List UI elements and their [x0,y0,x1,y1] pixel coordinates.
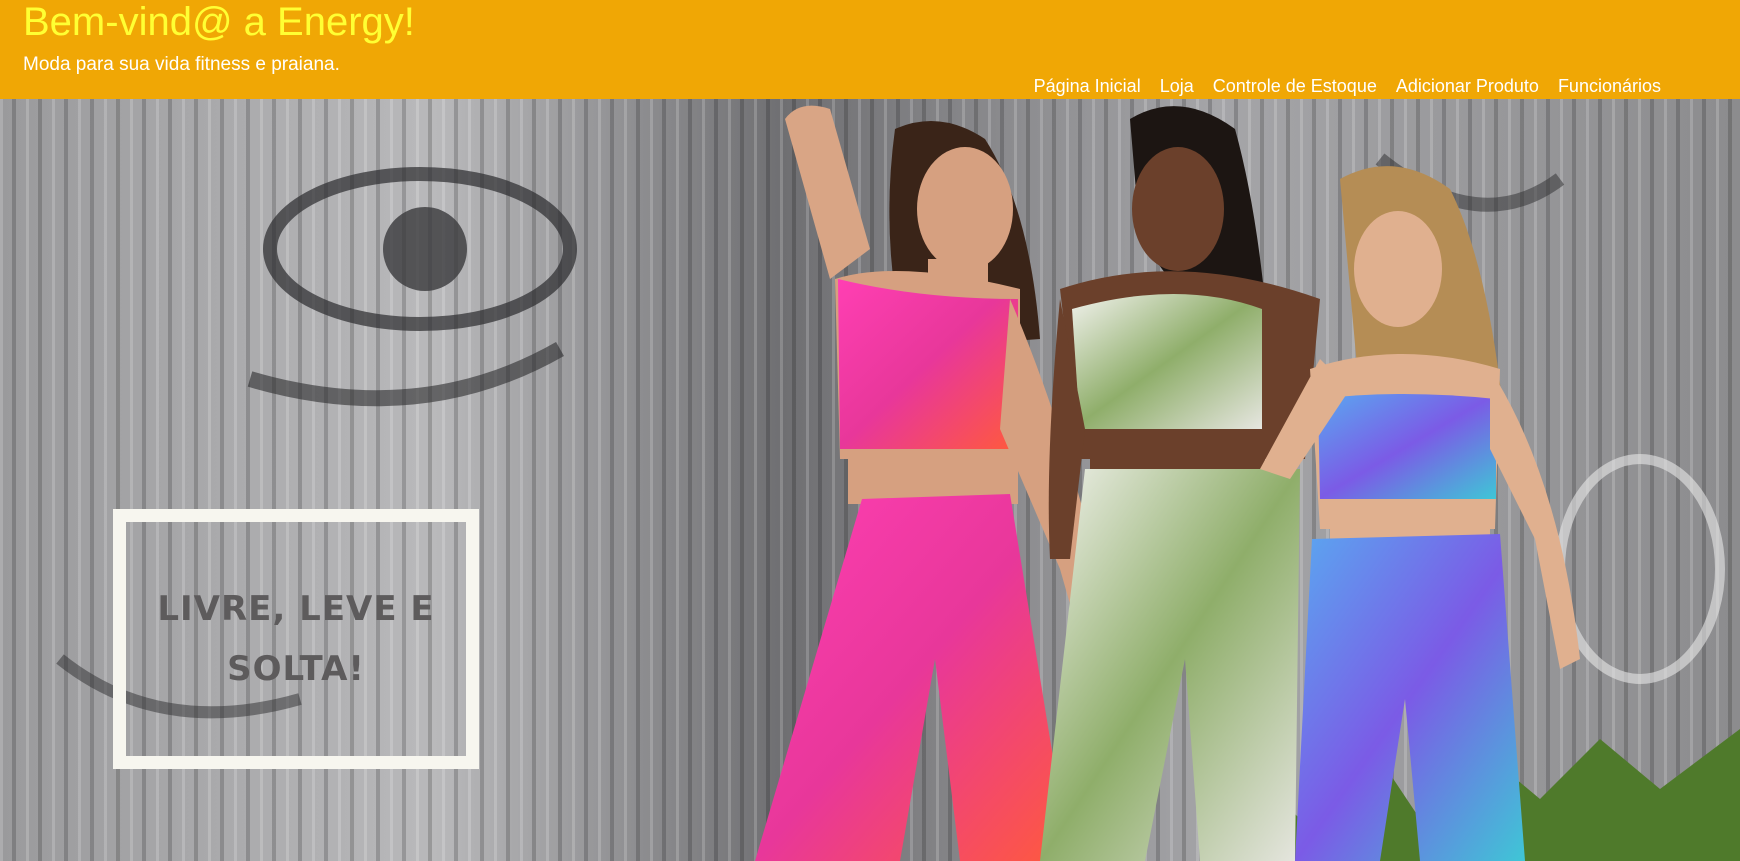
nav-link-add-product[interactable]: Adicionar Produto [1396,75,1539,97]
nav-link-shop[interactable]: Loja [1160,75,1194,97]
site-title: Bem-vind@ a Energy! [23,0,415,44]
site-header: Bem-vind@ a Energy! Moda para sua vida f… [0,0,1740,99]
site-subtitle: Moda para sua vida fitness e praiana. [23,54,340,75]
tagline-frame: LIVRE, LEVE E SOLTA! [113,509,479,769]
nav-link-employees[interactable]: Funcionários [1558,75,1661,97]
nav-link-home[interactable]: Página Inicial [1034,75,1141,97]
hero-tagline: LIVRE, LEVE E SOLTA! [157,589,435,689]
nav-link-stock-control[interactable]: Controle de Estoque [1213,75,1377,97]
hero-banner: LIVRE, LEVE E SOLTA! [0,99,1740,861]
main-nav: Página Inicial Loja Controle de Estoque … [1034,75,1661,97]
